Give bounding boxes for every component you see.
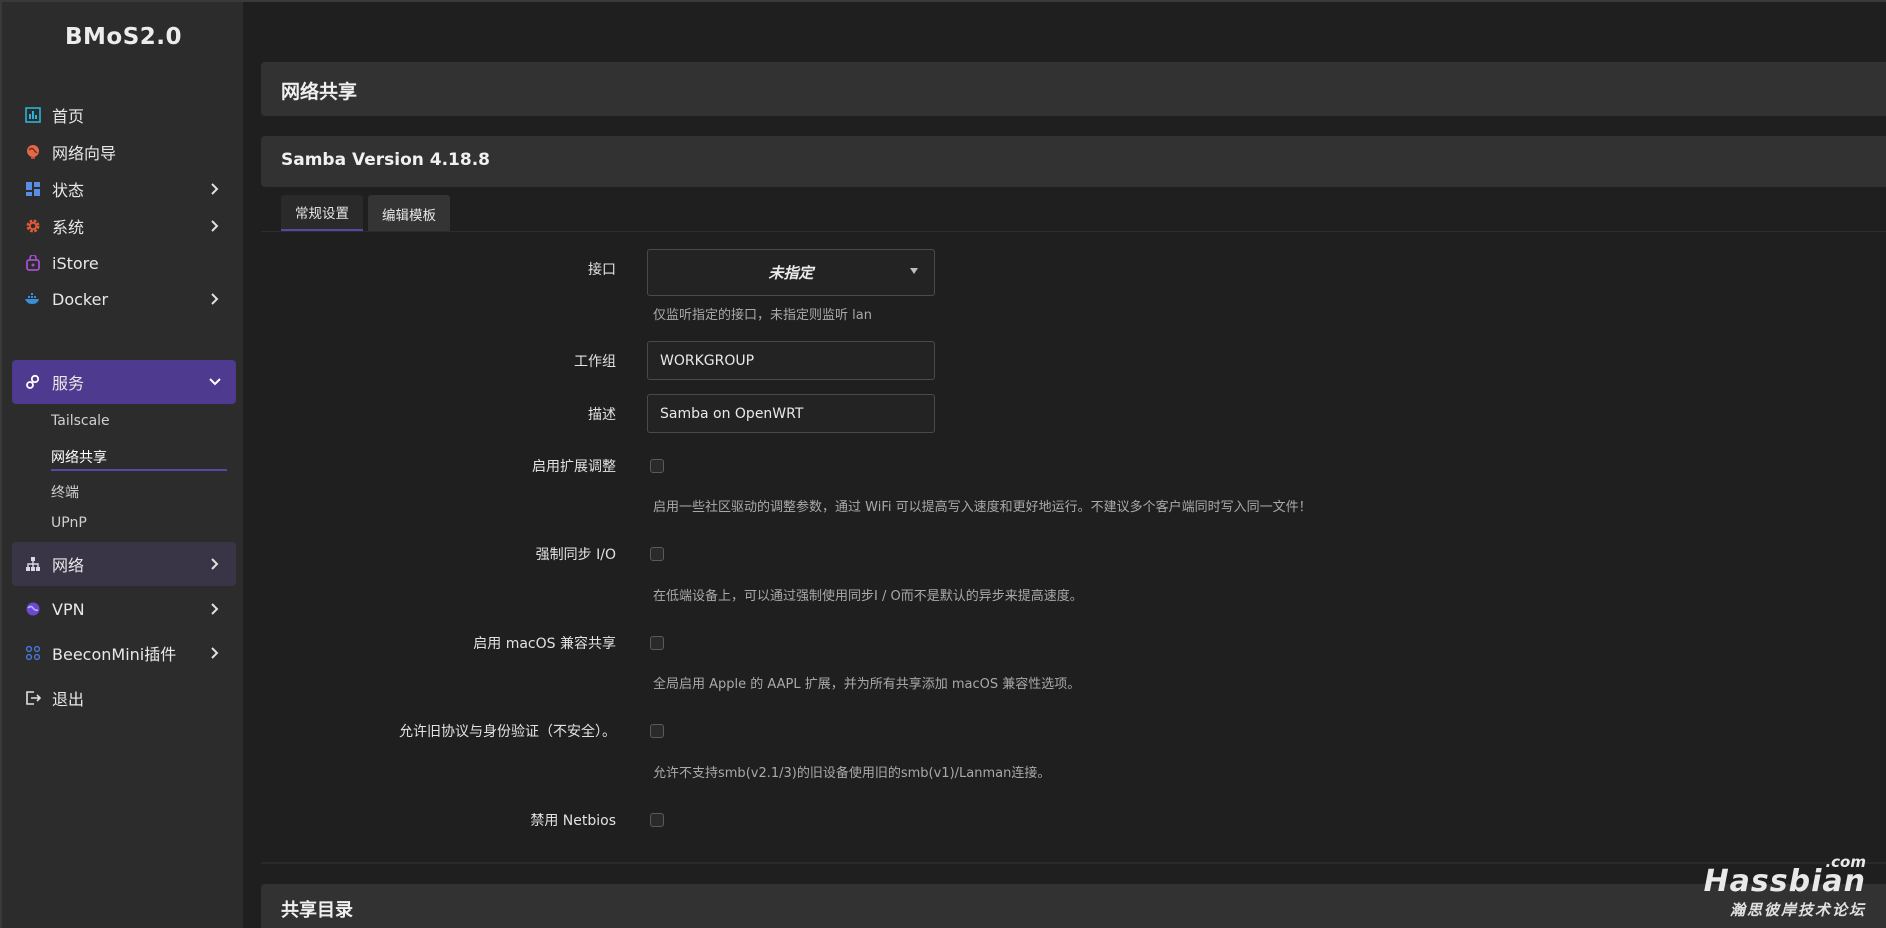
interface-help: 仅监听指定的接口，未指定则监听 lan [653,308,872,323]
chevron-right-icon [206,600,224,618]
page-title: 网络共享 [281,81,358,103]
tweaks-checkbox[interactable] [650,459,664,473]
workgroup-label: 工作组 [574,354,616,370]
docker-icon [24,290,42,308]
share-dirs-panel: 共享目录 [261,884,1886,928]
watermark-dotcom: .com [1825,853,1866,871]
vpn-globe-icon [24,600,42,618]
store-icon [24,254,42,272]
chevron-down-icon [910,268,918,274]
section-header-panel: Samba Version 4.18.8 [261,136,1886,187]
status-grid-icon [24,180,42,198]
app-window: BMoS2.0 首页 网络向导 状态 系统 iStore Docker 服务 T… [0,0,1886,928]
watermark-sub: 瀚思彼岸技术论坛 [1729,901,1866,919]
description-label: 描述 [588,407,616,423]
tabs-divider [261,231,1886,232]
interface-select-value: 未指定 [768,264,814,282]
logout-icon [24,689,42,707]
macos-help: 全局启用 Apple 的 AAPL 扩展，并为所有共享添加 macOS 兼容性选… [653,677,1081,692]
sidebar-item-label: 服务 [52,374,85,393]
sidebar-item-label: 网络向导 [52,144,117,163]
workgroup-input[interactable]: WORKGROUP [647,341,935,380]
plugin-grid-icon [24,644,42,662]
sidebar-item-label: 系统 [52,218,85,237]
watermark-main: Hassbian [1703,864,1866,899]
tweaks-help: 启用一些社区驱动的调整参数，通过 WiFi 可以提高写入速度和更好地运行。不建议… [653,500,1312,515]
subnav-item-upnp[interactable]: UPnP [51,515,227,531]
sidebar-item-logout[interactable]: 退出 [12,676,236,720]
services-icon [24,373,42,391]
legacy-checkbox[interactable] [650,724,664,738]
chevron-right-icon [206,290,224,308]
sync-io-checkbox[interactable] [650,547,664,561]
sync-io-help: 在低端设备上，可以通过强制使用同步I / O而不是默认的异步来提高速度。 [653,589,1083,604]
page-header-panel: 网络共享 [261,62,1886,116]
legacy-label: 允许旧协议与身份验证（不安全）。 [399,724,616,740]
gear-icon [24,217,42,235]
netbios-checkbox[interactable] [650,813,664,827]
interface-label: 接口 [588,262,616,278]
dashboard-icon [24,106,42,124]
sidebar-item-label: 退出 [52,690,85,709]
sidebar-item-label: 首页 [52,107,85,126]
section-divider [261,862,1886,864]
netbios-label: 禁用 Netbios [530,813,616,829]
sidebar-item-label: Docker [52,289,109,309]
share-dirs-title: 共享目录 [281,900,353,921]
sidebar-item-label: VPN [52,599,85,619]
subnav-item-terminal[interactable]: 终端 [51,482,227,502]
sync-io-label: 强制同步 I/O [535,547,616,563]
chevron-right-icon [206,217,224,235]
sidebar-item-label: 状态 [52,181,85,200]
description-input[interactable]: Samba on OpenWRT [647,394,935,433]
sidebar-item-label: 网络 [52,556,85,575]
network-tree-icon [24,555,42,573]
tab-general-settings[interactable]: 常规设置 [281,195,363,232]
watermark: .com Hassbian 瀚思彼岸技术论坛 [1703,853,1866,920]
chevron-down-icon [206,373,224,391]
sidebar-item-docker[interactable]: Docker [12,277,236,321]
tweaks-label: 启用扩展调整 [532,459,616,475]
brand-logo: BMoS2.0 [64,24,183,50]
sidebar-item-label: BeeconMini插件 [52,645,177,664]
sidebar-item-vpn[interactable]: VPN [12,587,236,631]
macos-label: 启用 macOS 兼容共享 [473,636,616,652]
globe-wizard-icon [24,143,42,161]
interface-select[interactable]: 未指定 [647,249,935,296]
main-content: 网络共享 Samba Version 4.18.8 常规设置 编辑模板 接口 未… [243,2,1886,928]
sidebar-item-label: iStore [52,253,99,273]
legacy-help: 允许不支持smb(v2.1/3)的旧设备使用旧的smb(v1)/Lanman连接… [653,766,1051,781]
macos-checkbox[interactable] [650,636,664,650]
chevron-right-icon [206,180,224,198]
tab-edit-template[interactable]: 编辑模板 [368,195,450,232]
section-title: Samba Version 4.18.8 [281,150,491,170]
